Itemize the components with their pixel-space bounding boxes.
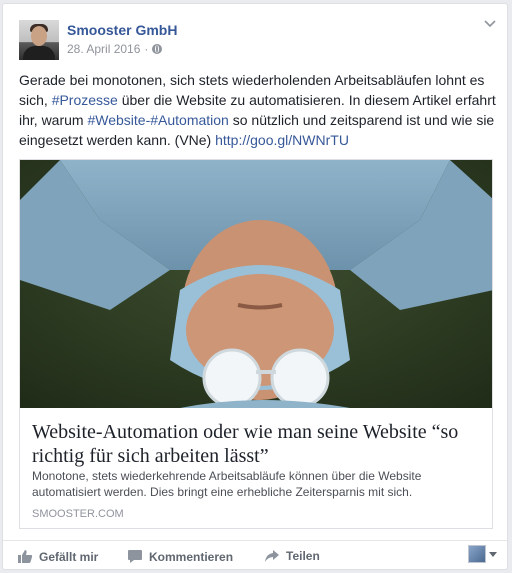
caret-down-icon [489,551,497,557]
avatar[interactable] [19,20,59,60]
attachment-domain: SMOOSTER.COM [32,508,124,520]
hashtag-prozesse[interactable]: #Prozesse [52,92,118,108]
attachment-description: Monotone, stets wiederkehrende Arbeitsab… [32,469,422,499]
attachment-image[interactable] [20,160,493,408]
share-button[interactable]: Teilen [264,549,320,563]
page-name-link[interactable]: Smooster GmbH [67,22,177,38]
comment-label: Kommentieren [149,549,234,564]
post-card: Smooster GmbH 28. April 2016 · Gerade be… [2,3,508,570]
post-date[interactable]: 28. April 2016 [67,42,140,56]
post-text: Gerade bei monotonen, sich stets wiederh… [19,72,496,148]
chevron-down-icon[interactable] [483,18,497,28]
link-attachment[interactable]: Website-Automation oder wie man seine We… [19,159,493,529]
audience-selector[interactable] [468,545,497,563]
like-label: Gefällt mir [39,549,99,564]
like-button[interactable]: Gefällt mir [17,549,98,564]
share-label: Teilen [286,549,320,563]
globe-icon[interactable] [152,44,163,54]
share-icon [265,550,279,562]
post-link[interactable]: http://goo.gl/NWNrTU [215,132,349,148]
post-text-line1: Gerade bei monotonen, sich stets wiederh… [19,72,485,88]
meta-separator: · [144,42,149,56]
comment-icon [128,550,142,563]
thumbs-up-icon [18,550,33,563]
comment-button[interactable]: Kommentieren [127,549,233,564]
page-thumbnail [468,545,486,563]
post-actions: Gefällt mir Kommentieren Teilen [3,540,507,571]
post-meta: 28. April 2016 · [67,42,163,56]
attachment-title[interactable]: Website-Automation oder wie man seine We… [32,420,484,468]
hashtag-website-automation[interactable]: #Website-#Automation [87,112,228,128]
